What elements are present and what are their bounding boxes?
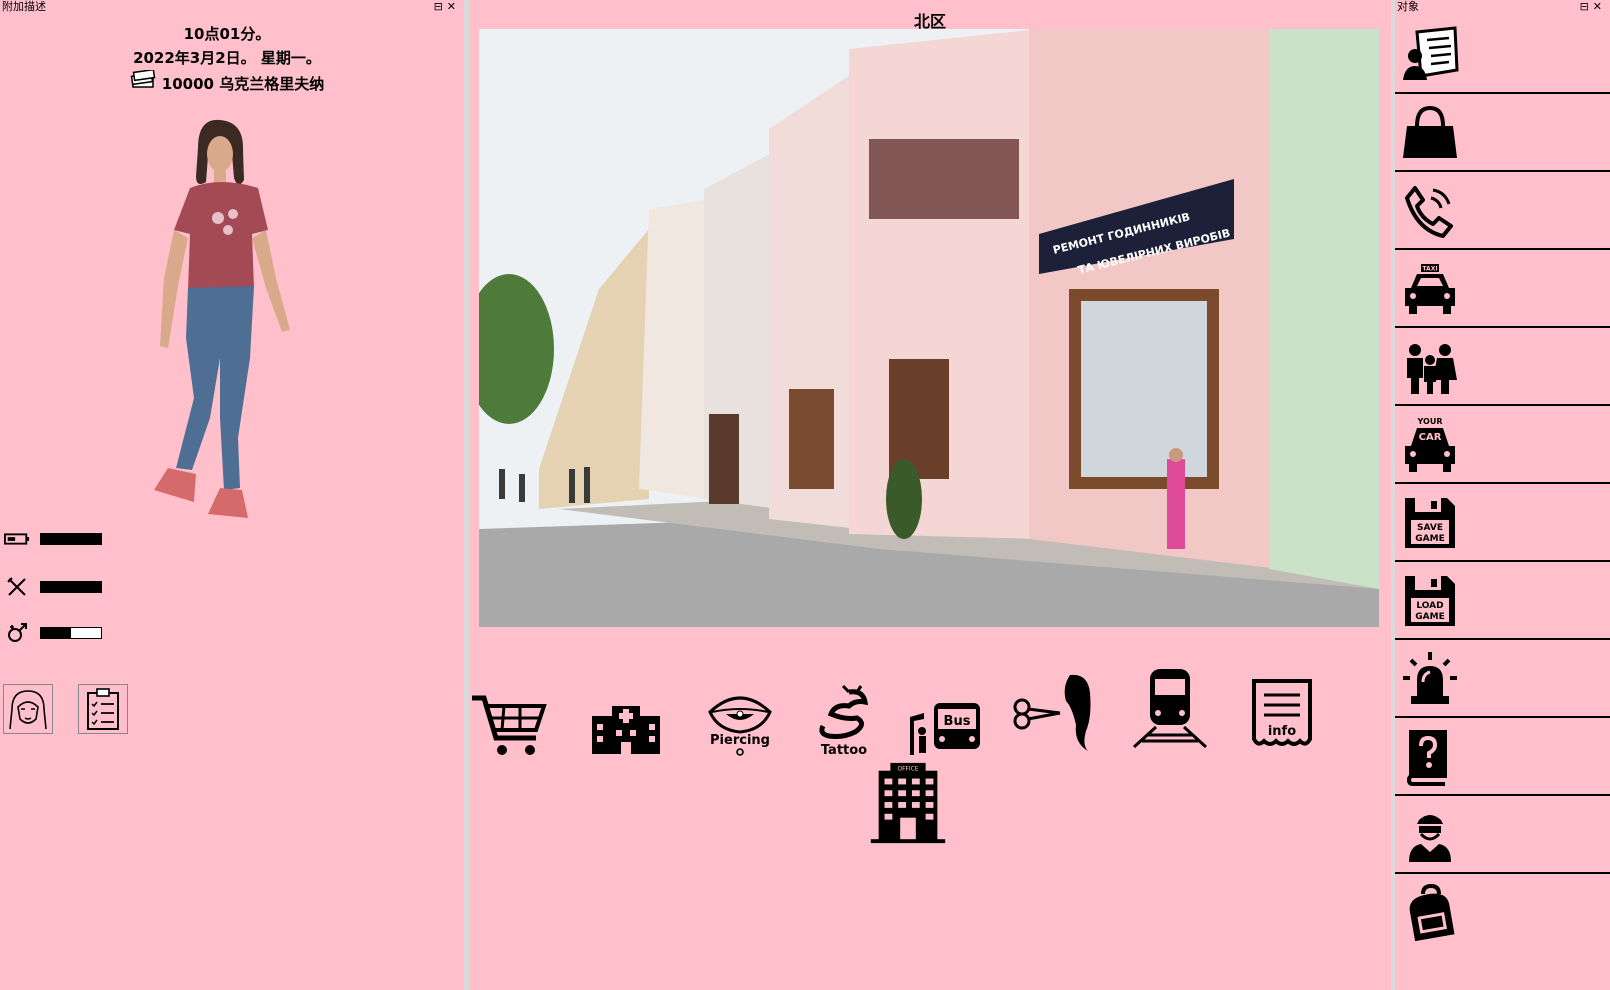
right-panel: 对象 ⊟✕ TAXI YOUR CAR SAVE GAME LOAD GAME [1395,0,1610,990]
phone-icon [1405,186,1453,238]
backpack-icon [1409,884,1455,942]
tattoo-label: Tattoo [821,743,867,758]
character-portrait [148,118,318,540]
thief-button[interactable] [1395,796,1610,874]
train-icon [1132,669,1208,749]
save-game-icon: SAVEGAME [1405,498,1455,548]
tattoo-dragon-icon: Tattoo [819,684,869,758]
time-text: 10点01分。 [183,25,271,43]
your-car-icon: YOUR CAR [1405,417,1455,472]
info-label: info [1268,724,1296,739]
help-book-icon [1406,730,1447,786]
alarm-siren-icon [1403,652,1457,704]
save-game-button[interactable]: SAVE GAME [1395,484,1610,562]
hair-salon-icon [1013,674,1091,751]
gender-icon [4,622,30,644]
hospital-icon [592,706,660,754]
undock-icon[interactable]: ⊟ [1580,0,1593,13]
center-panel: 北区 РЕМОНТ ГОДИННИКІВ ТА ЮВЕЛІРНИХ ВИРОБІ… [469,0,1391,990]
battery-icon [4,528,30,550]
left-panel: 附加描述 ⊟✕ 10点01分。 2022年3月2日。 星期一。 10000 乌克… [0,0,464,990]
relations-button[interactable] [1395,328,1610,406]
bus-button[interactable]: Bus [901,680,991,770]
money-text: 10000 乌克兰格里夫纳 [161,74,325,93]
girl-face-icon [9,690,47,730]
office-button[interactable]: OFFICE [863,758,953,848]
left-panel-titlebar: 附加描述 ⊟✕ [0,0,464,14]
hunger-stat [4,576,102,598]
hair-salon-button[interactable] [1009,664,1099,754]
load-game-icon: LOADGAME [1405,576,1455,626]
bus-label: Bus [944,714,971,729]
libido-stat [4,622,102,644]
backpack-button[interactable] [1395,874,1610,950]
checklist-icon [87,688,119,730]
your-car-label-2: CAR [1419,432,1442,443]
help-button[interactable] [1395,718,1610,796]
libido-bar [41,628,71,638]
money-icon [130,68,156,97]
right-panel-title: 对象 [1397,0,1419,13]
thief-icon [1409,815,1451,862]
character-face-button[interactable] [3,684,53,734]
fork-knife-icon [4,576,30,598]
load-label-1: LOAD [1416,601,1443,611]
street-scene-image: РЕМОНТ ГОДИННИКІВ ТА ЮВЕЛІРНИХ ВИРОБІВ [479,29,1379,627]
your-car-button[interactable]: YOUR CAR [1395,406,1610,484]
office-building-icon: OFFICE [870,762,946,844]
date-text: 2022年3月2日。 星期一。 [133,49,321,67]
family-icon [1407,344,1457,394]
piercing-button[interactable]: Piercing [695,676,785,766]
handbag-icon [1403,105,1457,158]
save-label-2: GAME [1415,534,1444,544]
undock-icon[interactable]: ⊟ [434,0,447,13]
taxi-button[interactable]: TAXI [1395,250,1610,328]
load-game-button[interactable]: LOAD GAME [1395,562,1610,640]
train-station-button[interactable] [1125,662,1215,752]
left-panel-title: 附加描述 [2,0,46,13]
load-label-2: GAME [1415,612,1444,622]
status-info: 10点01分。 2022年3月2日。 星期一。 10000 乌克兰格里夫纳 [0,22,454,97]
shopping-cart-icon [472,695,547,755]
tasks-button[interactable] [78,684,128,734]
bag-button[interactable] [1395,94,1610,172]
taxi-label: TAXI [1422,266,1437,273]
bus-stop-icon: Bus [910,703,980,755]
hospital-button[interactable] [581,680,671,770]
info-button[interactable]: info [1237,668,1327,758]
alarm-button[interactable] [1395,640,1610,718]
energy-stat [4,528,102,550]
piercing-icon: Piercing [708,696,772,756]
close-icon[interactable]: ✕ [1593,0,1606,13]
your-car-label-1: YOUR [1417,417,1443,426]
piercing-label: Piercing [710,733,770,748]
close-icon[interactable]: ✕ [447,0,460,13]
documents-button[interactable] [1395,16,1610,94]
shop-button[interactable] [469,680,555,770]
taxi-icon: TAXI [1405,264,1455,314]
info-sign-icon: info [1252,679,1312,746]
hunger-bar [41,582,101,592]
right-panel-titlebar: 对象 ⊟✕ [1395,0,1610,14]
energy-bar [41,534,101,544]
phone-button[interactable] [1395,172,1610,250]
save-label-1: SAVE [1417,523,1443,533]
id-card-icon [1403,26,1459,80]
office-label: OFFICE [898,767,919,773]
tattoo-button[interactable]: Tattoo [799,676,889,766]
